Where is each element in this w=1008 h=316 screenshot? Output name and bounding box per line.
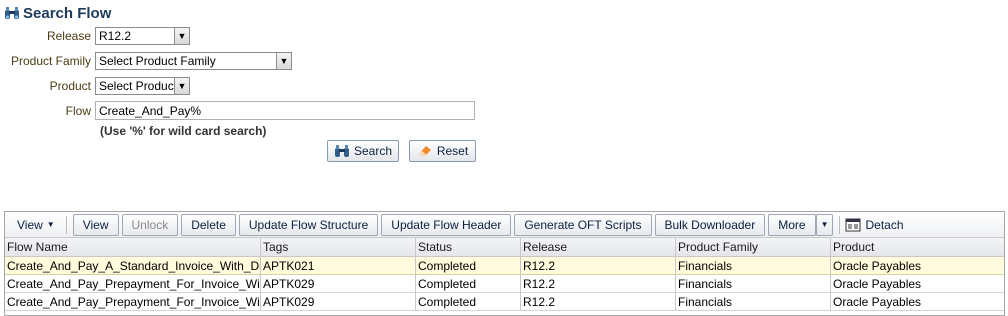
flow-results-table: View ▼ View Unlock Delete Update Flow St…: [4, 211, 1005, 316]
reset-button-label: Reset: [436, 144, 469, 158]
flow-input[interactable]: [95, 101, 475, 120]
release-select[interactable]: R12.2 ▼: [95, 27, 190, 45]
cell-release: R12.2: [521, 275, 676, 292]
detach-icon: [845, 218, 861, 231]
flow-label: Flow: [65, 104, 91, 118]
product-label: Product: [49, 79, 91, 93]
cell-product-family: Financials: [676, 293, 831, 310]
cell-product-family: Financials: [676, 257, 831, 274]
wildcard-hint: (Use '%' for wild card search): [100, 124, 267, 138]
toolbar-separator: [839, 215, 841, 234]
column-header-tags[interactable]: Tags: [261, 238, 416, 256]
page-title: Search Flow: [4, 4, 111, 22]
update-flow-header-button[interactable]: Update Flow Header: [381, 213, 512, 236]
eraser-icon: [418, 146, 431, 157]
cell-product-family: Financials: [676, 275, 831, 292]
chevron-down-icon: ▼: [276, 53, 291, 69]
column-header-product-family[interactable]: Product Family: [676, 238, 831, 256]
cell-tags: APTK021: [261, 257, 416, 274]
cell-flow-name: Create_And_Pay_Prepayment_For_Invoice_Wi…: [7, 275, 261, 292]
column-header-status[interactable]: Status: [416, 238, 521, 256]
cell-release: R12.2: [521, 257, 676, 274]
view-button[interactable]: View: [72, 213, 119, 236]
cell-status: Completed: [416, 275, 521, 292]
more-button[interactable]: More: [768, 213, 816, 236]
product-family-label: Product Family: [10, 54, 91, 68]
cell-status: Completed: [416, 293, 521, 310]
toolbar-separator: [65, 215, 67, 234]
search-button-label: Search: [353, 144, 393, 158]
chevron-down-icon: ▼: [174, 78, 189, 94]
release-label: Release: [46, 29, 91, 43]
cell-product: Oracle Payables: [833, 294, 922, 309]
cell-flow-name: Create_And_Pay_Prepayment_For_Invoice_Wi…: [7, 293, 261, 310]
cell-product: Oracle Payables: [833, 276, 922, 291]
column-header-flow-name[interactable]: Flow Name: [5, 238, 261, 256]
table-header: Flow Name Tags Status Release Product Fa…: [5, 237, 1004, 257]
cell-tags: APTK029: [261, 275, 416, 292]
delete-button[interactable]: Delete: [181, 213, 236, 236]
table-toolbar: View ▼ View Unlock Delete Update Flow St…: [5, 212, 1004, 237]
chevron-down-icon: ▼: [174, 28, 189, 44]
more-dropdown-button[interactable]: ▼: [815, 213, 834, 236]
bulk-downloader-button[interactable]: Bulk Downloader: [654, 213, 766, 236]
column-header-release[interactable]: Release: [521, 238, 676, 256]
caret-down-icon: ▼: [46, 220, 55, 229]
view-menu[interactable]: View ▼: [8, 214, 64, 236]
detach-button[interactable]: Detach: [845, 217, 904, 232]
release-select-value: R12.2: [99, 29, 132, 43]
cell-release: R12.2: [521, 293, 676, 310]
column-header-product[interactable]: Product: [831, 238, 1004, 256]
binoculars-icon: [5, 7, 19, 19]
update-flow-structure-button[interactable]: Update Flow Structure: [238, 213, 379, 236]
cell-product: Oracle Payables: [833, 258, 922, 273]
cell-tags: APTK029: [261, 293, 416, 310]
view-menu-label: View: [17, 217, 43, 232]
product-select[interactable]: Select Product ▼: [95, 77, 190, 95]
page-title-text: Search Flow: [23, 4, 112, 22]
table-row[interactable]: Create_And_Pay_Prepayment_For_Invoice_Wi…: [5, 275, 1004, 293]
table-row[interactable]: Create_And_Pay_Prepayment_For_Invoice_Wi…: [5, 293, 1004, 311]
product-family-select[interactable]: Select Product Family ▼: [95, 52, 292, 70]
caret-down-icon: ▼: [820, 220, 829, 229]
table-row[interactable]: Create_And_Pay_A_Standard_Invoice_With_D…: [5, 257, 1004, 275]
generate-oft-scripts-button[interactable]: Generate OFT Scripts: [514, 213, 652, 236]
search-button[interactable]: Search: [327, 140, 399, 162]
detach-label: Detach: [865, 217, 904, 232]
unlock-button[interactable]: Unlock: [121, 213, 179, 236]
reset-button[interactable]: Reset: [409, 140, 476, 162]
binoculars-icon: [334, 145, 349, 157]
product-select-value: Select Product: [99, 79, 174, 93]
cell-status: Completed: [416, 257, 521, 274]
cell-flow-name: Create_And_Pay_A_Standard_Invoice_With_D…: [7, 257, 261, 274]
product-family-select-value: Select Product Family: [99, 54, 216, 68]
